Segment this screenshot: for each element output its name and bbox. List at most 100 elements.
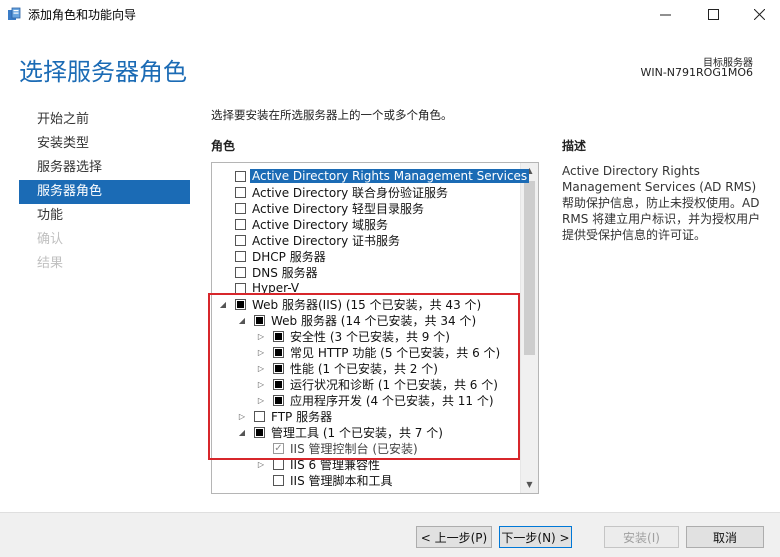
role-row[interactable]: ▷ 运行状况和诊断 (1 个已安装，共 6 个) [256, 376, 498, 392]
role-checkbox[interactable] [273, 394, 284, 406]
install-button[interactable]: 安装(I) [604, 526, 679, 548]
roles-tree[interactable]: ▲ ▼ Active Directory Rights Management S… [211, 162, 539, 494]
title-bar: 添加角色和功能向导 [0, 0, 780, 28]
role-label: Active Directory 证书服务 [252, 233, 401, 248]
role-label: Web 服务器(IIS) (15 个已安装，共 43 个) [252, 297, 482, 312]
role-row[interactable]: ▷ 安全性 (3 个已安装，共 9 个) [256, 328, 450, 344]
role-row[interactable]: ▷ 性能 (1 个已安装，共 2 个) [256, 360, 438, 376]
role-row[interactable]: Hyper-V [218, 280, 299, 296]
role-label: IIS 6 管理兼容性 [290, 457, 380, 472]
role-label: 常见 HTTP 功能 (5 个已安装，共 6 个) [290, 345, 501, 360]
role-checkbox[interactable] [235, 234, 246, 246]
role-label: 安全性 (3 个已安装，共 9 个) [290, 329, 450, 344]
role-row[interactable]: ▷ 常见 HTTP 功能 (5 个已安装，共 6 个) [256, 344, 500, 360]
role-checkbox[interactable] [235, 218, 246, 230]
role-label: Active Directory 域服务 [252, 217, 389, 232]
role-label: FTP 服务器 [271, 409, 333, 424]
role-checkbox[interactable] [235, 298, 246, 310]
role-checkbox[interactable] [235, 250, 246, 262]
role-row[interactable]: Active Directory Rights Management Servi… [218, 168, 530, 184]
expand-arrow-icon[interactable]: ▷ [256, 396, 266, 405]
previous-button[interactable]: < 上一步(P) [416, 526, 492, 548]
close-button[interactable] [736, 0, 780, 28]
role-label: 运行状况和诊断 (1 个已安装，共 6 个) [290, 377, 498, 392]
expand-arrow-icon[interactable]: ▷ [256, 348, 266, 357]
role-row[interactable]: Active Directory 证书服务 [218, 232, 400, 248]
role-row[interactable]: IIS 管理脚本和工具 [256, 472, 393, 488]
role-checkbox[interactable] [273, 362, 284, 374]
role-label: Hyper-V [252, 281, 300, 295]
role-checkbox[interactable] [254, 426, 265, 438]
expand-arrow-icon[interactable]: ▷ [256, 364, 266, 373]
next-button[interactable]: 下一步(N) > [499, 526, 572, 548]
role-checkbox[interactable] [235, 170, 246, 182]
expand-arrow-icon[interactable]: ▷ [256, 380, 266, 389]
role-checkbox [273, 442, 284, 454]
role-checkbox[interactable] [273, 458, 284, 470]
role-row[interactable]: DNS 服务器 [218, 264, 318, 280]
roles-heading: 角色 [211, 139, 236, 153]
collapse-arrow-icon[interactable]: ◢ [218, 300, 228, 309]
nav-item[interactable]: 服务器选择 [19, 156, 190, 180]
role-label: 应用程序开发 (4 个已安装，共 11 个) [290, 393, 494, 408]
scroll-thumb[interactable] [524, 181, 535, 355]
nav-item[interactable]: 安装类型 [19, 132, 190, 156]
role-label: 管理工具 (1 个已安装，共 7 个) [271, 425, 443, 440]
expand-arrow-icon[interactable]: ▷ [237, 412, 247, 421]
role-row[interactable]: ◢ 管理工具 (1 个已安装，共 7 个) [237, 424, 443, 440]
role-row[interactable]: ▷ IIS 6 管理兼容性 [256, 456, 380, 472]
nav-item: 结果 [37, 256, 64, 271]
role-row[interactable]: DHCP 服务器 [218, 248, 326, 264]
role-row[interactable]: ◢ Web 服务器 (14 个已安装，共 34 个) [237, 312, 476, 328]
collapse-arrow-icon[interactable]: ◢ [237, 428, 247, 437]
description-text: Active Directory Rights Management Servi… [562, 164, 761, 242]
role-row[interactable]: ▷ FTP 服务器 [237, 408, 332, 424]
role-label: 性能 (1 个已安装，共 2 个) [290, 361, 438, 376]
target-server-name: WIN-N791ROG1MO6 [640, 66, 753, 79]
nav-item: 确认 [37, 232, 64, 247]
scroll-down-icon[interactable]: ▼ [521, 477, 538, 493]
role-checkbox[interactable] [254, 314, 265, 326]
role-label: Active Directory 联合身份验证服务 [252, 185, 449, 200]
minimize-icon [659, 14, 671, 15]
role-label: Web 服务器 (14 个已安装，共 34 个) [271, 313, 477, 328]
minimize-button[interactable] [642, 0, 688, 28]
role-checkbox[interactable] [273, 330, 284, 342]
description-heading: 描述 [562, 139, 587, 153]
collapse-arrow-icon[interactable]: ◢ [237, 316, 247, 325]
maximize-icon [707, 8, 719, 20]
role-checkbox[interactable] [235, 202, 246, 214]
wizard-window: 添加角色和功能向导 选择服务器角色 目标服务器 WIN-N791ROG1MO6 … [0, 0, 780, 557]
page-title: 选择服务器角色 [19, 58, 187, 86]
window-title: 添加角色和功能向导 [28, 8, 137, 22]
expand-arrow-icon[interactable]: ▷ [256, 460, 266, 469]
role-row[interactable]: ▷ 应用程序开发 (4 个已安装，共 11 个) [256, 392, 494, 408]
role-checkbox[interactable] [273, 474, 284, 486]
role-row[interactable]: Active Directory 域服务 [218, 216, 388, 232]
wizard-footer: < 上一步(P) 下一步(N) > 安装(I) 取消 [0, 512, 780, 557]
roles-scrollbar[interactable]: ▲ ▼ [520, 163, 538, 493]
role-label: IIS 管理脚本和工具 [290, 473, 393, 488]
role-checkbox[interactable] [273, 346, 284, 358]
role-row[interactable]: Active Directory 轻型目录服务 [218, 200, 424, 216]
role-checkbox[interactable] [235, 282, 246, 294]
cancel-button[interactable]: 取消 [686, 526, 764, 548]
nav-item[interactable]: 开始之前 [19, 108, 190, 132]
role-checkbox[interactable] [254, 410, 265, 422]
nav-item[interactable]: 功能 [19, 204, 190, 228]
server-manager-icon [8, 7, 21, 20]
role-row[interactable]: Active Directory 联合身份验证服务 [218, 184, 448, 200]
role-checkbox[interactable] [235, 266, 246, 278]
wizard-nav: 开始之前 安装类型 服务器选择 服务器角色 功能确认结果 [19, 108, 190, 276]
role-label: DHCP 服务器 [252, 249, 326, 264]
close-icon [753, 8, 765, 20]
role-row[interactable]: IIS 管理控制台 (已安装) [256, 440, 418, 456]
maximize-button[interactable] [690, 0, 736, 28]
nav-item[interactable]: 服务器角色 [19, 180, 190, 204]
role-row[interactable]: ◢ Web 服务器(IIS) (15 个已安装，共 43 个) [218, 296, 481, 312]
role-checkbox[interactable] [273, 378, 284, 390]
intro-text: 选择要安装在所选服务器上的一个或多个角色。 [211, 108, 453, 122]
role-label: IIS 管理控制台 (已安装) [290, 441, 418, 456]
role-checkbox[interactable] [235, 186, 246, 198]
expand-arrow-icon[interactable]: ▷ [256, 332, 266, 341]
